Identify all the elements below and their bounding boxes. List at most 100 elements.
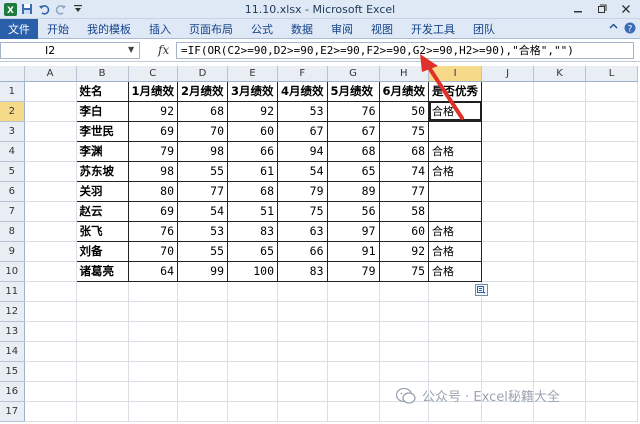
- cell[interactable]: [128, 361, 179, 382]
- column-header[interactable]: A: [24, 66, 77, 82]
- cell[interactable]: [533, 121, 587, 142]
- score-cell[interactable]: 56: [326, 200, 380, 222]
- table-header-cell[interactable]: 4月绩效: [277, 80, 328, 102]
- cell[interactable]: [428, 321, 483, 342]
- cell[interactable]: [24, 161, 77, 182]
- tab-page-layout[interactable]: 页面布局: [180, 19, 242, 39]
- score-cell[interactable]: 77: [378, 180, 430, 202]
- cell[interactable]: [533, 241, 587, 262]
- column-header[interactable]: B: [76, 66, 129, 82]
- tab-file[interactable]: 文件: [0, 18, 38, 39]
- score-cell[interactable]: 51: [227, 200, 279, 222]
- score-cell[interactable]: 65: [326, 160, 380, 182]
- row-header[interactable]: 5: [0, 161, 25, 182]
- cell[interactable]: [327, 401, 380, 422]
- score-cell[interactable]: 68: [177, 100, 229, 122]
- score-cell[interactable]: 68: [227, 180, 279, 202]
- cell[interactable]: [24, 101, 77, 122]
- cell[interactable]: [24, 381, 77, 402]
- row-header[interactable]: 7: [0, 201, 25, 222]
- table-header-cell[interactable]: 6月绩效: [378, 80, 430, 102]
- cell[interactable]: [379, 321, 430, 342]
- result-cell[interactable]: 合格: [428, 240, 483, 262]
- cell[interactable]: [585, 221, 639, 242]
- name-cell[interactable]: 关羽: [75, 180, 129, 202]
- result-cell[interactable]: 合格: [428, 220, 483, 242]
- cell[interactable]: [585, 81, 639, 102]
- result-cell[interactable]: [428, 180, 483, 202]
- cell[interactable]: [227, 281, 279, 302]
- cell[interactable]: [481, 101, 535, 122]
- cell[interactable]: [533, 281, 587, 302]
- tab-my-templates[interactable]: 我的模板: [78, 19, 140, 39]
- auto-fill-options-icon[interactable]: [475, 284, 488, 296]
- cell[interactable]: [481, 261, 535, 282]
- cell[interactable]: [128, 281, 179, 302]
- column-header-selected[interactable]: I: [428, 66, 483, 82]
- cell[interactable]: [585, 401, 639, 422]
- score-cell[interactable]: 75: [378, 120, 430, 142]
- cell[interactable]: [481, 161, 535, 182]
- name-box-dropdown-icon[interactable]: ▼: [128, 45, 134, 54]
- score-cell[interactable]: 53: [277, 100, 328, 122]
- score-cell[interactable]: 66: [227, 140, 279, 162]
- result-cell[interactable]: 合格: [428, 140, 483, 162]
- cell[interactable]: [327, 281, 380, 302]
- cell[interactable]: [533, 181, 587, 202]
- cell[interactable]: [585, 241, 639, 262]
- score-cell[interactable]: 79: [326, 260, 380, 282]
- close-icon[interactable]: [614, 0, 638, 17]
- tab-home[interactable]: 开始: [38, 19, 78, 39]
- cell[interactable]: [533, 261, 587, 282]
- name-cell[interactable]: 张飞: [75, 220, 129, 242]
- score-cell[interactable]: 98: [127, 160, 179, 182]
- score-cell[interactable]: 76: [326, 100, 380, 122]
- column-header[interactable]: F: [277, 66, 328, 82]
- cell[interactable]: [227, 361, 279, 382]
- column-header[interactable]: J: [481, 66, 535, 82]
- cell[interactable]: [533, 341, 587, 362]
- cell[interactable]: [533, 141, 587, 162]
- score-cell[interactable]: 66: [277, 240, 328, 262]
- cell[interactable]: [585, 361, 639, 382]
- cell[interactable]: [277, 321, 328, 342]
- score-cell[interactable]: 68: [378, 140, 430, 162]
- cell[interactable]: [585, 141, 639, 162]
- cell[interactable]: [585, 121, 639, 142]
- name-cell[interactable]: 刘备: [75, 240, 129, 262]
- cell[interactable]: [327, 341, 380, 362]
- cell[interactable]: [585, 381, 639, 402]
- cell[interactable]: [227, 401, 279, 422]
- cell[interactable]: [428, 341, 483, 362]
- score-cell[interactable]: 75: [277, 200, 328, 222]
- score-cell[interactable]: 54: [277, 160, 328, 182]
- ribbon-minimize-icon[interactable]: [609, 22, 618, 37]
- cell[interactable]: [227, 381, 279, 402]
- cell[interactable]: [533, 321, 587, 342]
- cell[interactable]: [177, 321, 229, 342]
- score-cell[interactable]: 55: [177, 240, 229, 262]
- cell[interactable]: [379, 341, 430, 362]
- score-cell[interactable]: 94: [277, 140, 328, 162]
- cell[interactable]: [481, 201, 535, 222]
- result-cell[interactable]: 合格: [428, 260, 483, 282]
- cell[interactable]: [379, 301, 430, 322]
- score-cell[interactable]: 75: [378, 260, 430, 282]
- name-cell[interactable]: 赵云: [75, 200, 129, 222]
- cell[interactable]: [76, 381, 129, 402]
- cell[interactable]: [76, 361, 129, 382]
- cell[interactable]: [327, 381, 380, 402]
- score-cell[interactable]: 63: [277, 220, 328, 242]
- row-header[interactable]: 4: [0, 141, 25, 162]
- table-header-cell[interactable]: 2月绩效: [177, 80, 229, 102]
- tab-formulas[interactable]: 公式: [242, 19, 282, 39]
- tab-review[interactable]: 审阅: [322, 19, 362, 39]
- score-cell[interactable]: 91: [326, 240, 380, 262]
- score-cell[interactable]: 65: [227, 240, 279, 262]
- cell[interactable]: [277, 341, 328, 362]
- name-cell[interactable]: 李渊: [75, 140, 129, 162]
- score-cell[interactable]: 74: [378, 160, 430, 182]
- score-cell[interactable]: 70: [177, 120, 229, 142]
- cell[interactable]: [177, 281, 229, 302]
- column-header[interactable]: H: [379, 66, 430, 82]
